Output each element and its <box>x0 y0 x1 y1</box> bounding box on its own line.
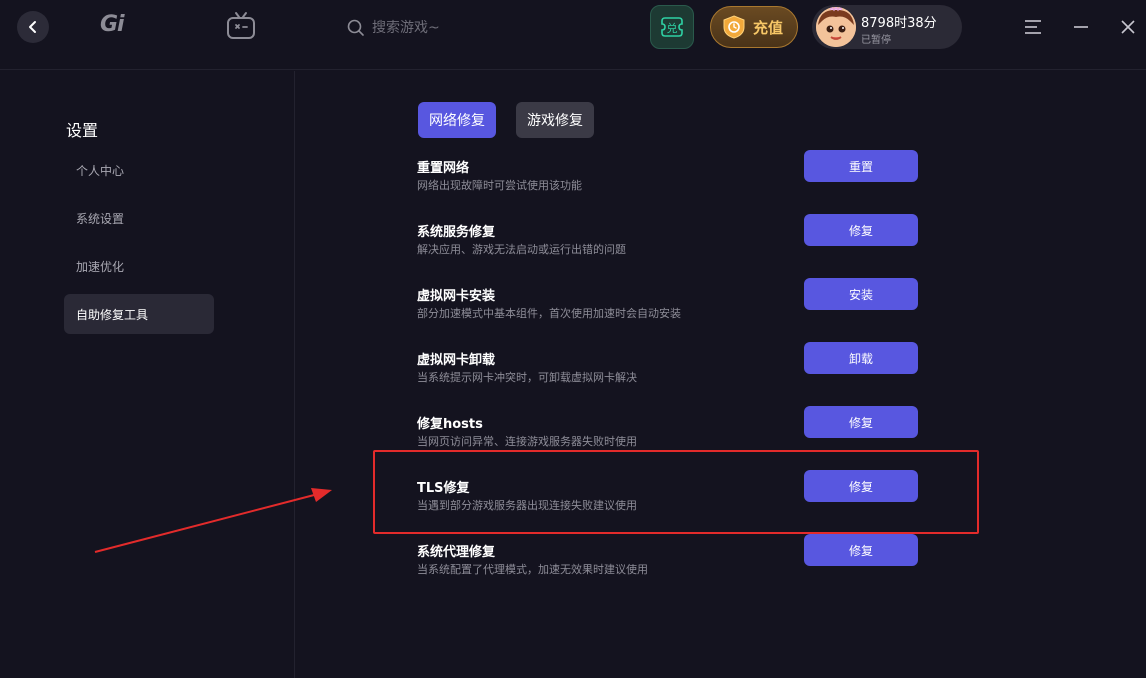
sidebar-title: 设置 <box>66 121 99 140</box>
row-title: 系统代理修复 <box>417 545 496 560</box>
close-button[interactable] <box>1115 14 1141 40</box>
app-logo[interactable]: Gi <box>100 12 144 40</box>
shield-clock-icon <box>723 15 745 39</box>
tab-game-repair[interactable]: 游戏修复 <box>516 102 594 138</box>
redeem-icon: 兑 <box>661 17 683 37</box>
tab-network-repair[interactable]: 网络修复 <box>418 102 496 138</box>
repair-row-virtual-nic-uninstall: 虚拟网卡卸载 当系统提示网卡冲突时，可卸载虚拟网卡解决 卸载 <box>417 342 937 389</box>
row-description: 当系统提示网卡冲突时，可卸载虚拟网卡解决 <box>417 371 637 384</box>
redeem-button[interactable]: 兑 <box>650 5 694 49</box>
row-description: 网络出现故障时可尝试使用该功能 <box>417 179 582 192</box>
close-icon <box>1121 20 1135 34</box>
menu-button[interactable] <box>1020 14 1046 40</box>
system-service-repair-button[interactable]: 修复 <box>804 214 918 246</box>
chevron-left-icon <box>29 21 36 33</box>
user-time-remaining: 8798时38分 <box>861 16 937 31</box>
hosts-repair-button[interactable]: 修复 <box>804 406 918 438</box>
redeem-label: 兑 <box>667 21 678 35</box>
row-description: 当网页访问异常、连接游戏服务器失败时使用 <box>417 435 637 448</box>
row-title: 系统服务修复 <box>417 225 496 240</box>
sidebar-item-self-repair-tools[interactable]: 自助修复工具 <box>64 294 214 334</box>
row-title: 虚拟网卡安装 <box>417 289 496 304</box>
repair-row-system-service: 系统服务修复 解决应用、游戏无法启动或运行出错的问题 修复 <box>417 214 937 261</box>
avatar-image <box>816 7 856 47</box>
virtual-nic-uninstall-button[interactable]: 卸载 <box>804 342 918 374</box>
highlight-box <box>373 450 979 534</box>
row-description: 部分加速模式中基本组件，首次使用加速时会自动安装 <box>417 307 681 320</box>
repair-row-reset-network: 重置网络 网络出现故障时可尝试使用该功能 重置 <box>417 150 937 197</box>
tab-label: 游戏修复 <box>527 113 583 129</box>
robot-icon[interactable] <box>225 10 257 42</box>
sidebar-item-acceleration-optimization[interactable]: 加速优化 <box>64 246 214 286</box>
minimize-icon <box>1074 26 1088 28</box>
search-input[interactable] <box>372 16 572 40</box>
repair-row-virtual-nic-install: 虚拟网卡安装 部分加速模式中基本组件，首次使用加速时会自动安装 安装 <box>417 278 937 325</box>
virtual-nic-install-button[interactable]: 安装 <box>804 278 918 310</box>
top-bar: Gi 兑 充值 <box>0 0 1146 70</box>
sidebar-item-label: 个人中心 <box>76 163 125 178</box>
row-description: 当系统配置了代理模式，加速无效果时建议使用 <box>417 563 648 576</box>
settings-sidebar: 设置 个人中心 系统设置 加速优化 自助修复工具 <box>0 71 295 678</box>
search-icon <box>347 19 364 36</box>
row-title: 修复hosts <box>417 417 483 432</box>
sidebar-item-label: 系统设置 <box>76 211 125 226</box>
repair-row-hosts: 修复hosts 当网页访问异常、连接游戏服务器失败时使用 修复 <box>417 406 937 453</box>
recharge-label: 充值 <box>753 18 784 37</box>
minimize-button[interactable] <box>1068 14 1094 40</box>
menu-icon <box>1025 20 1041 34</box>
user-account[interactable]: 8798时38分 已暂停 <box>812 5 962 49</box>
row-description: 解决应用、游戏无法启动或运行出错的问题 <box>417 243 626 256</box>
recharge-button[interactable]: 充值 <box>710 6 798 48</box>
sidebar-item-system-settings[interactable]: 系统设置 <box>64 198 214 238</box>
reset-network-button[interactable]: 重置 <box>804 150 918 182</box>
sidebar-item-personal-center[interactable]: 个人中心 <box>64 150 214 190</box>
repair-row-system-proxy: 系统代理修复 当系统配置了代理模式，加速无效果时建议使用 修复 <box>417 534 937 581</box>
tab-label: 网络修复 <box>429 113 485 129</box>
sidebar-item-label: 自助修复工具 <box>76 307 149 322</box>
system-proxy-repair-button[interactable]: 修复 <box>804 534 918 566</box>
avatar[interactable] <box>816 7 856 47</box>
back-button[interactable] <box>17 11 49 43</box>
row-title: 重置网络 <box>417 161 470 176</box>
user-status: 已暂停 <box>861 35 891 46</box>
sidebar-item-label: 加速优化 <box>76 259 125 274</box>
row-title: 虚拟网卡卸载 <box>417 353 496 368</box>
